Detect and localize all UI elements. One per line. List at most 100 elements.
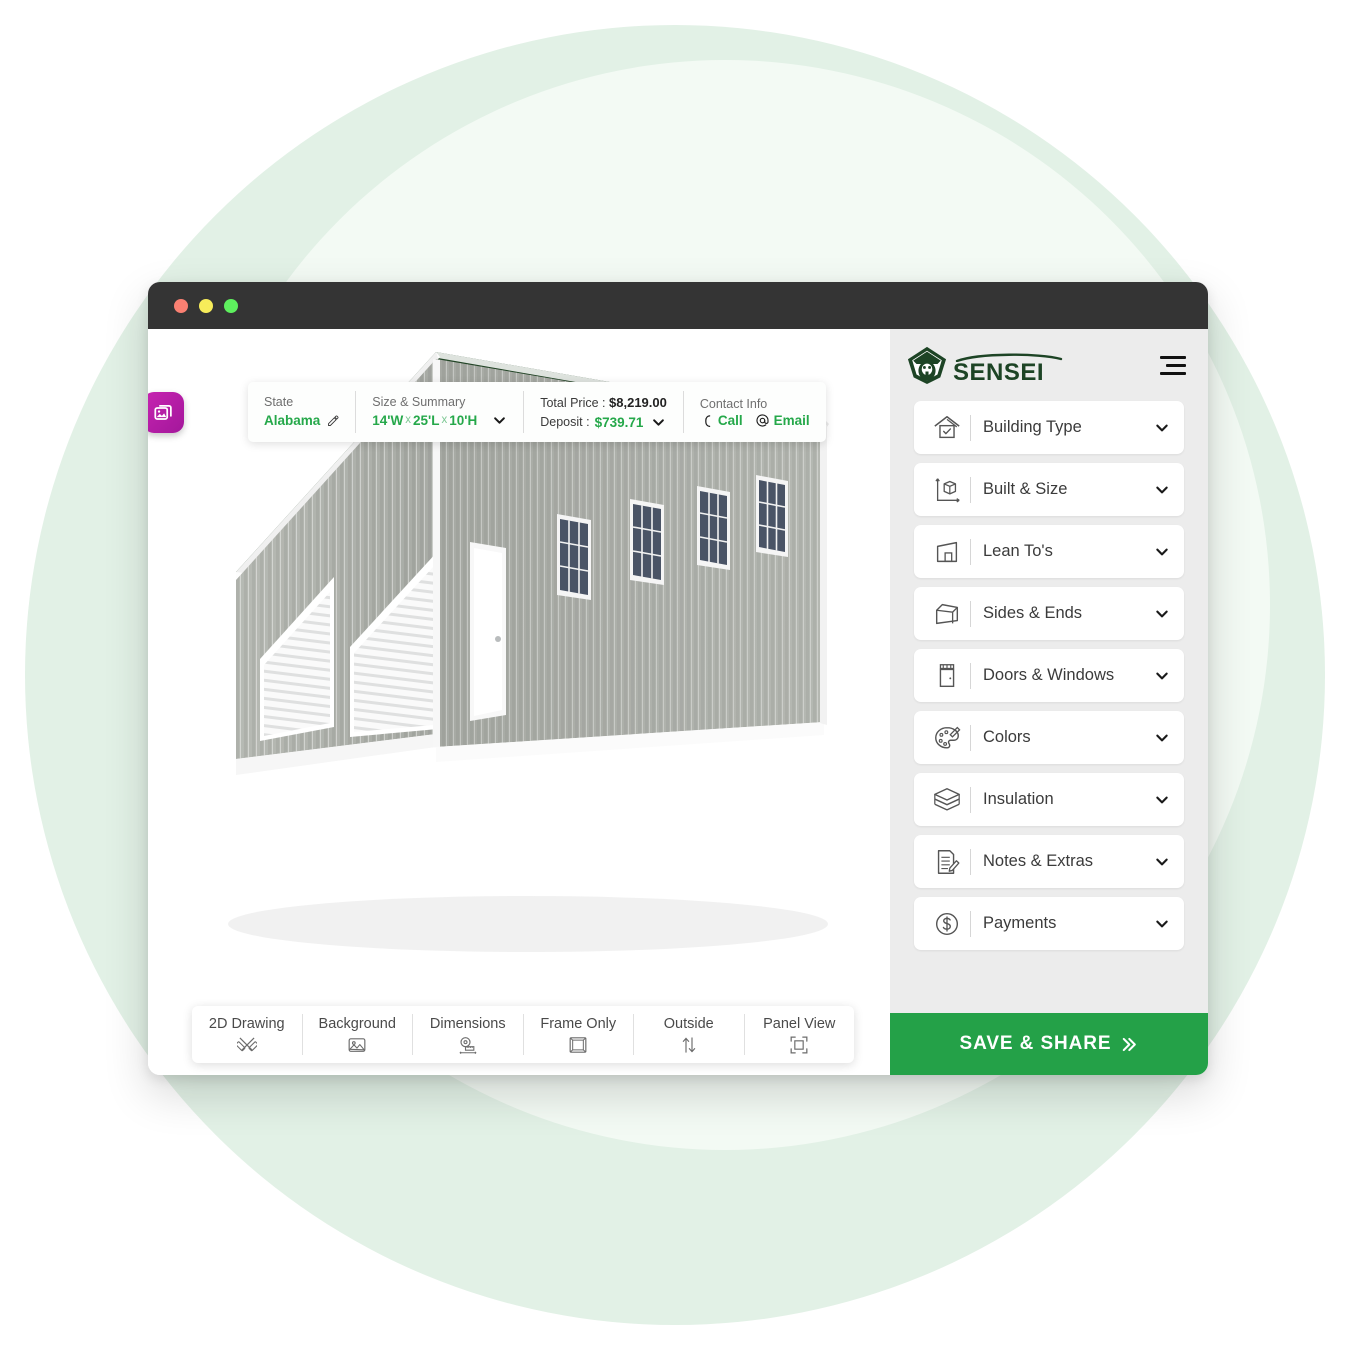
image-icon [347, 1035, 367, 1055]
sidebar-item-label: Insulation [983, 790, 1054, 808]
sidebar-menu: Building Type Built & Size Lean To's Sid… [890, 401, 1208, 1013]
total-price-label: Total Price : [540, 395, 606, 410]
sidebar-item-doors-windows[interactable]: Doors & Windows [914, 649, 1184, 702]
tool-background[interactable]: Background [301, 1014, 413, 1055]
tool-2d-drawing[interactable]: 2D Drawing [192, 1014, 302, 1055]
sidebar-item-built-size[interactable]: Built & Size [914, 463, 1184, 516]
size-summary-label: Size & Summary [372, 395, 466, 409]
menu-divider [970, 600, 971, 627]
chevron-down-icon[interactable] [1154, 544, 1170, 560]
size-width: 14'W [372, 413, 404, 428]
menu-divider [970, 476, 971, 503]
sidebar-item-insulation[interactable]: Insulation [914, 773, 1184, 826]
sidebar-item-label: Colors [983, 728, 1031, 746]
contact-info-label: Contact Info [699, 397, 768, 411]
call-label: Call [717, 413, 743, 428]
gallery-badge[interactable] [148, 392, 184, 433]
email-label: Email [773, 413, 810, 428]
house-check-icon [926, 413, 968, 443]
phone-icon [705, 414, 711, 427]
crop-frame-icon [789, 1035, 809, 1055]
sidebar-item-colors[interactable]: Colors [914, 711, 1184, 764]
tool-panel-view[interactable]: Panel View [743, 1014, 855, 1055]
image-gallery-icon [153, 404, 172, 420]
chevron-down-icon[interactable] [1154, 668, 1170, 684]
sidebar-item-label: Payments [983, 914, 1057, 932]
sidebar-item-label: Doors & Windows [983, 666, 1115, 684]
double-chevron-right-icon [1123, 1037, 1137, 1051]
chevron-down-icon[interactable] [1154, 606, 1170, 622]
pencil-icon[interactable] [327, 415, 339, 427]
save-share-button[interactable]: SAVE & SHARE [890, 1013, 1208, 1075]
sidebar-item-notes-extras[interactable]: Notes & Extras [914, 835, 1184, 888]
chevron-down-icon[interactable] [1154, 482, 1170, 498]
window-close-button[interactable] [174, 298, 188, 313]
window-titlebar [148, 282, 1208, 329]
info-contact-group: Contact Info Call Email [682, 391, 826, 433]
size-sep-2: x [441, 414, 448, 426]
sidebar-header: SENSEI [890, 329, 1208, 401]
menu-divider [970, 910, 971, 937]
ruler-pencil-cross-icon [236, 1035, 257, 1055]
tool-outside[interactable]: Outside [633, 1014, 744, 1055]
sidebar-item-payments[interactable]: Payments [914, 897, 1184, 950]
menu-divider [970, 724, 971, 751]
frame-box-icon [568, 1035, 588, 1055]
brand-logo[interactable]: SENSEI [906, 345, 1063, 386]
chevron-down-icon[interactable] [1154, 854, 1170, 870]
chevron-down-icon[interactable] [1154, 792, 1170, 808]
menu-divider [970, 848, 971, 875]
tool-dimensions[interactable]: Dimensions [412, 1014, 523, 1055]
sidebar-item-building-type[interactable]: Building Type [914, 401, 1184, 454]
lean-to-icon [926, 537, 968, 567]
chevron-down-icon[interactable] [492, 413, 507, 428]
configurator-canvas: State Alabama Size & Summary 14'W x 25'L… [148, 329, 890, 1075]
chevron-down-icon[interactable] [1154, 730, 1170, 746]
menu-divider [970, 662, 971, 689]
tool-frame-only[interactable]: Frame Only [522, 1014, 634, 1055]
sidebar-item-label: Built & Size [983, 480, 1068, 498]
chevron-down-icon[interactable] [651, 415, 666, 430]
menu-divider [970, 414, 971, 441]
tool-label: 2D Drawing [208, 1015, 285, 1032]
size-length: 25'L [413, 413, 440, 428]
sensei-face-logo-icon [907, 346, 947, 385]
hamburger-icon[interactable] [1160, 355, 1186, 375]
tool-label: Frame Only [540, 1015, 617, 1032]
sidebar-item-label: Notes & Extras [983, 852, 1094, 870]
sidebar-item-label: Sides & Ends [983, 604, 1083, 622]
state-value: Alabama [264, 413, 321, 428]
email-link[interactable]: Email [755, 413, 810, 428]
canvas-stage[interactable]: State Alabama Size & Summary 14'W x 25'L… [148, 329, 890, 1075]
window-maximize-button[interactable] [224, 298, 238, 313]
at-sign-icon [756, 414, 769, 427]
up-down-arrows-icon [679, 1035, 699, 1055]
info-state-group[interactable]: State Alabama [248, 391, 355, 433]
menu-divider [970, 538, 971, 565]
deposit-value: $739.71 [594, 414, 644, 430]
dollar-circle-icon [926, 909, 968, 939]
sidebar-item-label: Building Type [983, 418, 1082, 436]
chevron-down-icon[interactable] [1154, 420, 1170, 436]
sidebar-item-sides-ends[interactable]: Sides & Ends [914, 587, 1184, 640]
size-sep-1: x [405, 414, 411, 426]
tape-measure-icon [458, 1035, 478, 1055]
tool-label: Dimensions [429, 1015, 506, 1032]
menu-divider [970, 786, 971, 813]
info-size-group[interactable]: Size & Summary 14'W x 25'L x 10'H [355, 391, 523, 433]
call-link[interactable]: Call [700, 413, 743, 428]
app-window: State Alabama Size & Summary 14'W x 25'L… [148, 282, 1208, 1075]
window-minimize-button[interactable] [199, 298, 213, 313]
save-share-label: SAVE & SHARE [959, 1033, 1112, 1054]
chevron-down-icon[interactable] [1154, 916, 1170, 932]
logo-text: SENSEI [953, 359, 1045, 386]
tool-label: Background [318, 1015, 396, 1032]
note-pencil-icon [926, 847, 968, 877]
sidebar-item-lean-tos[interactable]: Lean To's [914, 525, 1184, 578]
info-pricing-group[interactable]: Total Price : $8,219.00 Deposit : $739.7… [523, 391, 683, 433]
info-bar: State Alabama Size & Summary 14'W x 25'L… [248, 382, 826, 442]
deposit-label: Deposit : [540, 414, 590, 429]
view-toolbar: 2D Drawing Background Dimensions Frame O… [192, 1006, 854, 1063]
paint-palette-icon [926, 723, 968, 753]
layers-icon [926, 785, 968, 815]
